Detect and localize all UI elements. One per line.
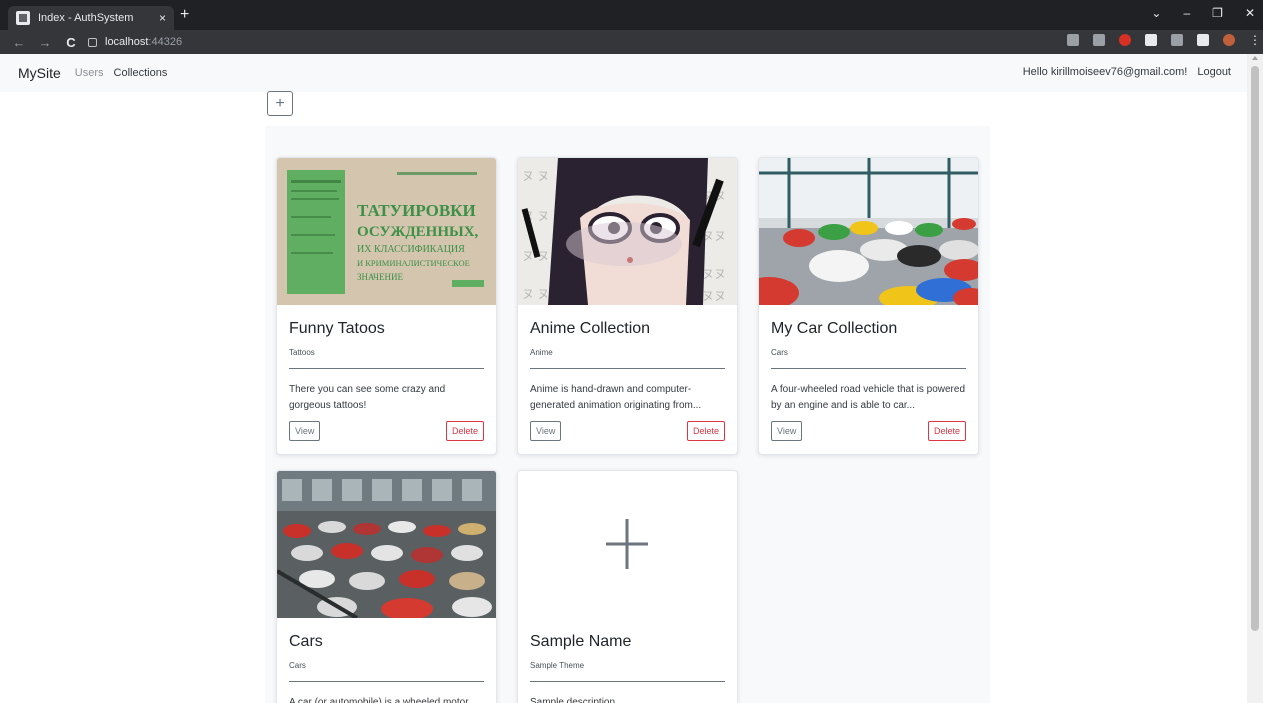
forward-arrow-icon[interactable]: → (38, 35, 52, 50)
browser-toolbar: ← → C localhost:44326 ⋮ (0, 30, 1263, 54)
side-panel-icon[interactable] (1197, 34, 1209, 46)
card-divider (530, 681, 725, 682)
card-title: Anime Collection (530, 320, 651, 337)
collection-card: ТАТУИРОВКИ ОСУЖДЕННЫХ, ИХ КЛАССИФИКАЦИЯ … (276, 157, 497, 455)
card-description: There you can see some crazy and gorgeou… (289, 384, 446, 411)
collection-card: ヌ ヌ ヌ ヌ ヌ ヌ ヌ ヌ ヌヌヌ ヌヌヌ ヌヌヌ ヌヌヌ Anime Co… (517, 157, 738, 455)
card-description: A four-wheeled road vehicle that is powe… (771, 384, 966, 411)
view-button[interactable]: View (530, 421, 562, 441)
extension-shield-icon[interactable] (1119, 34, 1131, 46)
collection-cover-image: ТАТУИРОВКИ ОСУЖДЕННЫХ, ИХ КЛАССИФИКАЦИЯ … (277, 158, 496, 305)
url-port: :44326 (148, 36, 183, 48)
browser-tab-bar: Index - AuthSystem × + ⌄ – ❐ ✕ (0, 0, 1263, 30)
close-tab-icon[interactable]: × (159, 11, 166, 25)
delete-button[interactable]: Delete (686, 421, 725, 441)
card-divider (289, 681, 484, 682)
lock-icon[interactable] (88, 37, 97, 47)
card-theme: Sample Theme (530, 661, 585, 670)
navbar-user-area: Hello kirillmoiseev76@gmail.com! Logout (1023, 66, 1231, 78)
site-brand[interactable]: MySite (18, 65, 61, 81)
collection-card: My Car Collection Cars A four-wheeled ro… (758, 157, 979, 455)
minimize-icon[interactable]: – (1183, 6, 1190, 20)
collection-card: Cars Cars A car (or automobile) is a whe… (276, 470, 497, 703)
delete-button[interactable]: Delete (927, 421, 966, 441)
plus-placeholder-icon (518, 471, 737, 618)
back-arrow-icon[interactable]: ← (12, 35, 26, 50)
scroll-up-arrow-icon[interactable] (1252, 56, 1258, 60)
card-title: Cars (289, 633, 323, 650)
page-scrollbar[interactable] (1247, 54, 1263, 703)
card-description: Sample description (530, 697, 616, 703)
nav-link-users[interactable]: Users (75, 67, 104, 79)
add-collection-button[interactable]: + (267, 91, 293, 116)
card-divider (289, 368, 484, 369)
reading-list-icon[interactable] (1171, 34, 1183, 46)
view-button[interactable]: View (289, 421, 321, 441)
collection-card: Sample Name Sample Theme Sample descript… (517, 470, 738, 703)
cover-line-1: ТАТУИРОВКИ (357, 201, 476, 220)
cover-line-3: ИХ КЛАССИФИКАЦИЯ (357, 244, 465, 255)
collection-cover-image (759, 158, 978, 305)
card-title: Sample Name (530, 633, 632, 650)
card-description: Anime is hand-drawn and computer-generat… (530, 384, 702, 411)
cover-line-2: ОСУЖДЕННЫХ, (357, 224, 479, 240)
bookmark-star-icon[interactable] (1093, 34, 1105, 46)
card-title: My Car Collection (771, 320, 898, 337)
collections-grid: ТАТУИРОВКИ ОСУЖДЕННЫХ, ИХ КЛАССИФИКАЦИЯ … (265, 126, 990, 703)
new-tab-button[interactable]: + (180, 6, 189, 24)
collection-cover-image: ヌ ヌ ヌ ヌ ヌ ヌ ヌ ヌ ヌヌヌ ヌヌヌ ヌヌヌ ヌヌヌ (518, 158, 737, 305)
extensions-area: ⋮ (1067, 34, 1261, 46)
card-divider (771, 368, 966, 369)
card-theme: Cars (289, 661, 306, 670)
cover-line-4: И КРИМИНАЛИСТИЧЕСКОЕ (357, 258, 470, 268)
share-icon[interactable] (1067, 34, 1079, 46)
nav-link-collections[interactable]: Collections (114, 67, 168, 79)
restore-icon[interactable]: ❐ (1212, 6, 1223, 20)
browser-tab[interactable]: Index - AuthSystem × (8, 6, 174, 30)
collection-cover-image (277, 471, 496, 618)
reload-icon[interactable]: C (64, 35, 78, 50)
logout-link[interactable]: Logout (1197, 66, 1231, 78)
view-button[interactable]: View (771, 421, 803, 441)
delete-button[interactable]: Delete (445, 421, 484, 441)
card-theme: Cars (771, 348, 788, 357)
cover-line-5: ЗНАЧЕНИЕ (357, 272, 403, 282)
svg-text:ヌ ヌ: ヌ ヌ (522, 169, 549, 183)
close-window-icon[interactable]: ✕ (1245, 6, 1255, 20)
tab-title: Index - AuthSystem (38, 12, 134, 24)
browser-menu-icon[interactable]: ⋮ (1249, 34, 1261, 46)
profile-avatar-icon[interactable] (1223, 34, 1235, 46)
card-theme: Tattoos (289, 348, 315, 357)
svg-text:ヌ ヌ: ヌ ヌ (522, 287, 549, 301)
page-favicon-icon (16, 11, 30, 25)
card-divider (530, 368, 725, 369)
card-title: Funny Tatoos (289, 320, 385, 337)
scrollbar-thumb[interactable] (1251, 66, 1259, 631)
user-greeting[interactable]: Hello kirillmoiseev76@gmail.com! (1023, 66, 1188, 78)
site-navbar: MySite Users Collections Hello kirillmoi… (0, 54, 1247, 92)
tab-search-icon[interactable]: ⌄ (1151, 6, 1161, 20)
extensions-puzzle-icon[interactable] (1145, 34, 1157, 46)
card-theme: Anime (530, 348, 553, 357)
url-host: localhost (105, 36, 149, 48)
window-controls: ⌄ – ❐ ✕ (1151, 6, 1255, 20)
card-description: A car (or automobile) is a wheeled motor (289, 697, 469, 703)
